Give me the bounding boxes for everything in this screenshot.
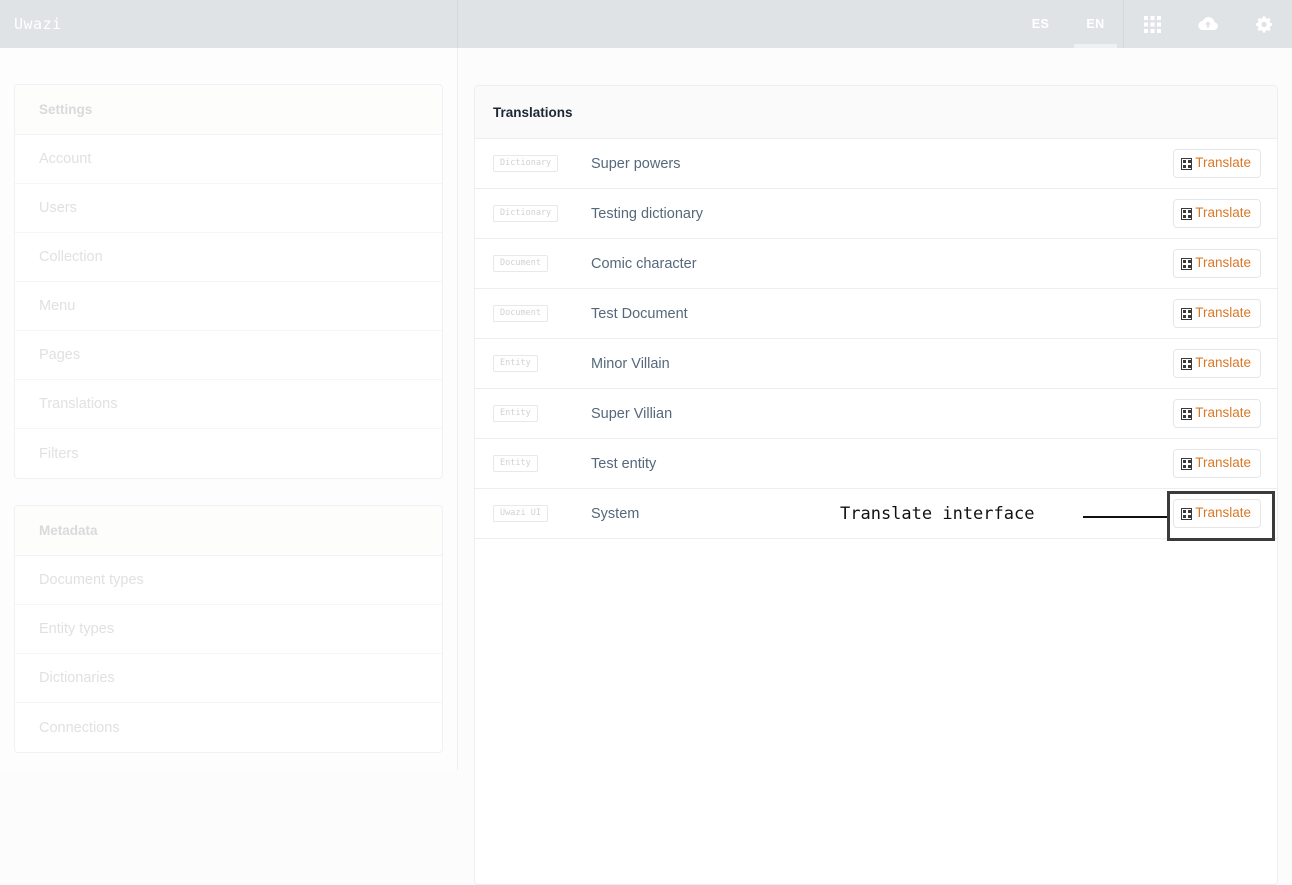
app-logo[interactable]: Uwazi <box>14 15 62 33</box>
sidebar-item-pages[interactable]: Pages <box>15 331 442 380</box>
translate-icon <box>1181 407 1193 420</box>
table-row: Document Comic character Translate <box>475 239 1277 289</box>
badge-cell: Document <box>493 304 591 323</box>
language-switcher: ES EN <box>1013 0 1124 48</box>
sidebar-item-collection[interactable]: Collection <box>15 233 442 282</box>
row-label: Minor Villain <box>591 355 670 372</box>
badge-cell: Entity <box>493 404 591 423</box>
table-row: Entity Minor Villain Translate <box>475 339 1277 389</box>
annotation-leader-line <box>1083 516 1168 518</box>
translate-icon <box>1181 257 1193 270</box>
page-title: Translations <box>475 86 1277 139</box>
row-label: Test Document <box>591 305 688 322</box>
row-label: Super powers <box>591 155 681 172</box>
translate-icon <box>1181 157 1193 170</box>
brand-zone: Uwazi <box>0 0 458 48</box>
sidebar-item-filters[interactable]: Filters <box>15 429 442 478</box>
status-badge: Entity <box>493 454 538 473</box>
page-body: Settings Account Users Collection Menu P… <box>0 48 1292 885</box>
badge-cell: Dictionary <box>493 204 591 223</box>
sidebar-item-connections[interactable]: Connections <box>15 703 442 752</box>
badge-cell: Entity <box>493 354 591 373</box>
row-label: Test entity <box>591 455 657 472</box>
status-badge: Dictionary <box>493 154 559 173</box>
top-bar: Uwazi ES EN <box>0 0 1292 48</box>
sidebar-group-metadata: Metadata Document types Entity types Dic… <box>14 505 443 753</box>
settings-sidebar: Settings Account Users Collection Menu P… <box>0 48 458 770</box>
annotation-label: Translate interface <box>840 504 1035 524</box>
translate-button-label: Translate <box>1195 455 1251 471</box>
translate-button[interactable]: Translate <box>1173 249 1261 278</box>
translate-button[interactable]: Translate <box>1173 299 1261 328</box>
status-badge: Entity <box>493 354 538 373</box>
status-badge: Document <box>493 254 548 273</box>
badge-cell: Entity <box>493 454 591 473</box>
translate-button-label: Translate <box>1195 305 1251 321</box>
annotation-highlight-box <box>1167 491 1275 541</box>
sidebar-item-users[interactable]: Users <box>15 184 442 233</box>
cloud-upload-icon[interactable] <box>1180 0 1236 48</box>
lang-option-es[interactable]: ES <box>1013 0 1068 48</box>
lang-option-en[interactable]: EN <box>1068 0 1123 48</box>
main-content: Translations Dictionary Super powers Tra… <box>458 48 1292 885</box>
table-row: Document Test Document Translate <box>475 289 1277 339</box>
translate-icon <box>1181 207 1193 220</box>
translate-button-label: Translate <box>1195 405 1251 421</box>
status-badge: Uwazi UI <box>493 504 548 523</box>
translate-icon <box>1181 457 1193 470</box>
sidebar-group-header-metadata: Metadata <box>15 506 442 556</box>
sidebar-item-menu[interactable]: Menu <box>15 282 442 331</box>
row-label: Super Villian <box>591 405 673 422</box>
sidebar-item-translations[interactable]: Translations <box>15 380 442 429</box>
badge-cell: Uwazi UI <box>493 504 591 523</box>
sidebar-item-entity-types[interactable]: Entity types <box>15 605 442 654</box>
badge-cell: Dictionary <box>493 154 591 173</box>
translate-button[interactable]: Translate <box>1173 149 1261 178</box>
gear-icon[interactable] <box>1236 0 1292 48</box>
status-badge: Dictionary <box>493 204 559 223</box>
translate-button[interactable]: Translate <box>1173 399 1261 428</box>
sidebar-item-dictionaries[interactable]: Dictionaries <box>15 654 442 703</box>
status-badge: Entity <box>493 404 538 423</box>
translate-button-label: Translate <box>1195 355 1251 371</box>
badge-cell: Document <box>493 254 591 273</box>
translate-button-label: Translate <box>1195 205 1251 221</box>
translate-button[interactable]: Translate <box>1173 199 1261 228</box>
translations-card: Translations Dictionary Super powers Tra… <box>474 85 1278 885</box>
sidebar-group-settings: Settings Account Users Collection Menu P… <box>14 84 443 479</box>
table-row: Entity Test entity Translate <box>475 439 1277 489</box>
table-row: Dictionary Testing dictionary Translate <box>475 189 1277 239</box>
sidebar-item-account[interactable]: Account <box>15 135 442 184</box>
status-badge: Document <box>493 304 548 323</box>
translate-button-label: Translate <box>1195 155 1251 171</box>
apps-grid-icon[interactable] <box>1124 0 1180 48</box>
sidebar-item-document-types[interactable]: Document types <box>15 556 442 605</box>
table-row: Dictionary Super powers Translate <box>475 139 1277 189</box>
row-label: Testing dictionary <box>591 205 704 222</box>
translate-button[interactable]: Translate <box>1173 449 1261 478</box>
translate-button[interactable]: Translate <box>1173 349 1261 378</box>
sidebar-group-header-settings: Settings <box>15 85 442 135</box>
row-label: Comic character <box>591 255 697 272</box>
translate-button-label: Translate <box>1195 255 1251 271</box>
top-navigation: ES EN <box>458 0 1292 48</box>
translate-icon <box>1181 307 1193 320</box>
table-row: Entity Super Villian Translate <box>475 389 1277 439</box>
translate-icon <box>1181 357 1193 370</box>
